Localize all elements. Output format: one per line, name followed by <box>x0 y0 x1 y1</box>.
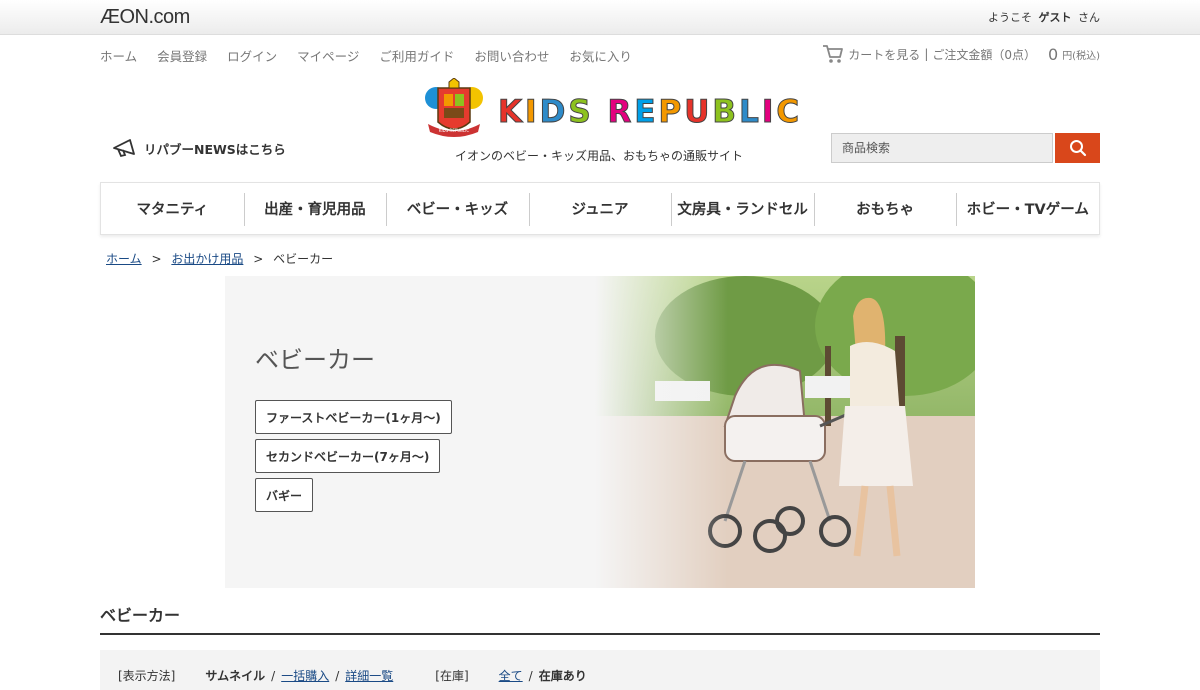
cart-info: カートを見る | ご注文金額（0点） 0 円(税込) <box>822 44 1100 64</box>
search-icon <box>1069 140 1086 157</box>
crest-icon: KIDS REPUBLIC <box>425 78 483 137</box>
breadcrumb-home[interactable]: ホーム <box>106 252 142 266</box>
brand-letter: B <box>712 94 740 131</box>
section-title: ベビーカー <box>100 606 181 625</box>
toolbar-separator: / <box>335 668 340 683</box>
brand-letter: D <box>539 94 569 131</box>
cart-icon[interactable] <box>822 44 844 64</box>
breadcrumb-parent[interactable]: お出かけ用品 <box>171 252 243 266</box>
nav-register[interactable]: 会員登録 <box>157 49 207 64</box>
search-bar <box>831 133 1100 163</box>
toolbar-separator: / <box>271 668 276 683</box>
breadcrumb-separator: > <box>151 252 162 266</box>
kids-republic-logo[interactable]: KIDS REPUBLIC KIDS REPUBLIC <box>420 78 800 142</box>
subcategory-second-stroller[interactable]: セカンドベビーカー(7ヶ月〜) <box>255 439 441 473</box>
brand-letter: I <box>525 94 540 131</box>
breadcrumb-current: ベビーカー <box>273 252 334 266</box>
brand-letter: I <box>761 94 777 131</box>
cart-separator: | <box>924 47 929 61</box>
breadcrumb: ホーム > お出かけ用品 > ベビーカー <box>106 250 333 267</box>
stock-label: [在庫] <box>435 669 469 683</box>
stock-all[interactable]: 全て <box>499 667 523 684</box>
news-link-label: リパブーNEWSはこちら <box>144 141 286 157</box>
brand-letter: S <box>568 94 594 131</box>
section-divider <box>100 633 1100 635</box>
category-banner: ベビーカー ファーストベビーカー(1ヶ月〜) セカンドベビーカー(7ヶ月〜) バ… <box>225 276 975 588</box>
breadcrumb-separator: > <box>253 252 264 266</box>
category-maternity[interactable]: マタニティ <box>101 183 244 234</box>
display-mode-label: [表示方法] <box>118 669 176 683</box>
category-junior[interactable]: ジュニア <box>528 183 672 234</box>
brand-letter <box>594 94 608 130</box>
category-birth-childcare[interactable]: 出産・育児用品 <box>243 183 387 234</box>
search-input[interactable] <box>831 133 1053 163</box>
news-link[interactable]: リパブーNEWSはこちら <box>112 138 286 158</box>
display-thumbnail[interactable]: サムネイル <box>205 667 265 684</box>
order-total-value: 0 <box>1048 44 1059 64</box>
stock-in-stock[interactable]: 在庫あり <box>539 667 587 684</box>
top-bar: ÆON.com ようこそ ゲスト さん <box>0 0 1200 35</box>
brand-letter: R <box>607 94 635 131</box>
display-detail-list[interactable]: 詳細一覧 <box>345 667 393 684</box>
stroller-photo <box>595 276 975 588</box>
welcome-message: ようこそ ゲスト さん <box>988 9 1100 25</box>
utility-nav: ホーム 会員登録 ログイン マイページ ご利用ガイド お問い合わせ お気に入り <box>100 46 648 65</box>
welcome-user: ゲスト <box>1038 11 1072 24</box>
crest-label: KIDS REPUBLIC <box>439 128 469 133</box>
nav-login[interactable]: ログイン <box>227 49 277 64</box>
display-bulk-purchase[interactable]: 一括購入 <box>281 667 329 684</box>
nav-home[interactable]: ホーム <box>100 49 137 64</box>
order-total-unit: 円(税込) <box>1062 50 1100 62</box>
brand-letter: E <box>634 94 659 131</box>
view-cart-link[interactable]: カートを見る <box>848 46 920 63</box>
brand-letter: L <box>739 94 762 131</box>
brand-wordmark: KIDS REPUBLIC <box>497 94 803 131</box>
toolbar-separator: / <box>528 668 533 683</box>
brand-letter: K <box>497 94 526 131</box>
nav-contact[interactable]: お問い合わせ <box>474 49 549 64</box>
brand-letter: C <box>776 94 803 131</box>
brand-letter: P <box>658 94 685 131</box>
search-button[interactable] <box>1055 133 1100 163</box>
tagline: イオンのベビー・キッズ用品、おもちゃの通販サイト <box>455 149 744 163</box>
subcategory-first-stroller[interactable]: ファーストベビーカー(1ヶ月〜) <box>255 400 452 434</box>
banner-title: ベビーカー <box>255 346 375 374</box>
nav-guide[interactable]: ご利用ガイド <box>379 49 454 64</box>
welcome-prefix: ようこそ <box>988 11 1032 24</box>
brand-letter: U <box>684 94 713 131</box>
category-hobby-games[interactable]: ホビー・TVゲーム <box>956 183 1099 234</box>
category-stationery[interactable]: 文房具・ランドセル <box>671 183 814 234</box>
category-nav: マタニティ 出産・育児用品 ベビー・キッズ ジュニア 文房具・ランドセル おもち… <box>100 182 1100 235</box>
category-toys[interactable]: おもちゃ <box>813 183 957 234</box>
nav-favorites[interactable]: お気に入り <box>569 49 632 64</box>
megaphone-icon <box>113 139 135 158</box>
list-toolbar: [表示方法] サムネイル / 一括購入 / 詳細一覧 [在庫] 全て / 在庫あ… <box>100 650 1100 690</box>
subcategory-buggy[interactable]: バギー <box>255 478 314 512</box>
category-baby-kids[interactable]: ベビー・キッズ <box>386 183 529 234</box>
aeon-logo[interactable]: ÆON.com <box>100 6 190 29</box>
nav-mypage[interactable]: マイページ <box>297 49 359 64</box>
welcome-suffix: さん <box>1078 11 1100 24</box>
order-total-label: ご注文金額（0点） <box>932 47 1036 62</box>
